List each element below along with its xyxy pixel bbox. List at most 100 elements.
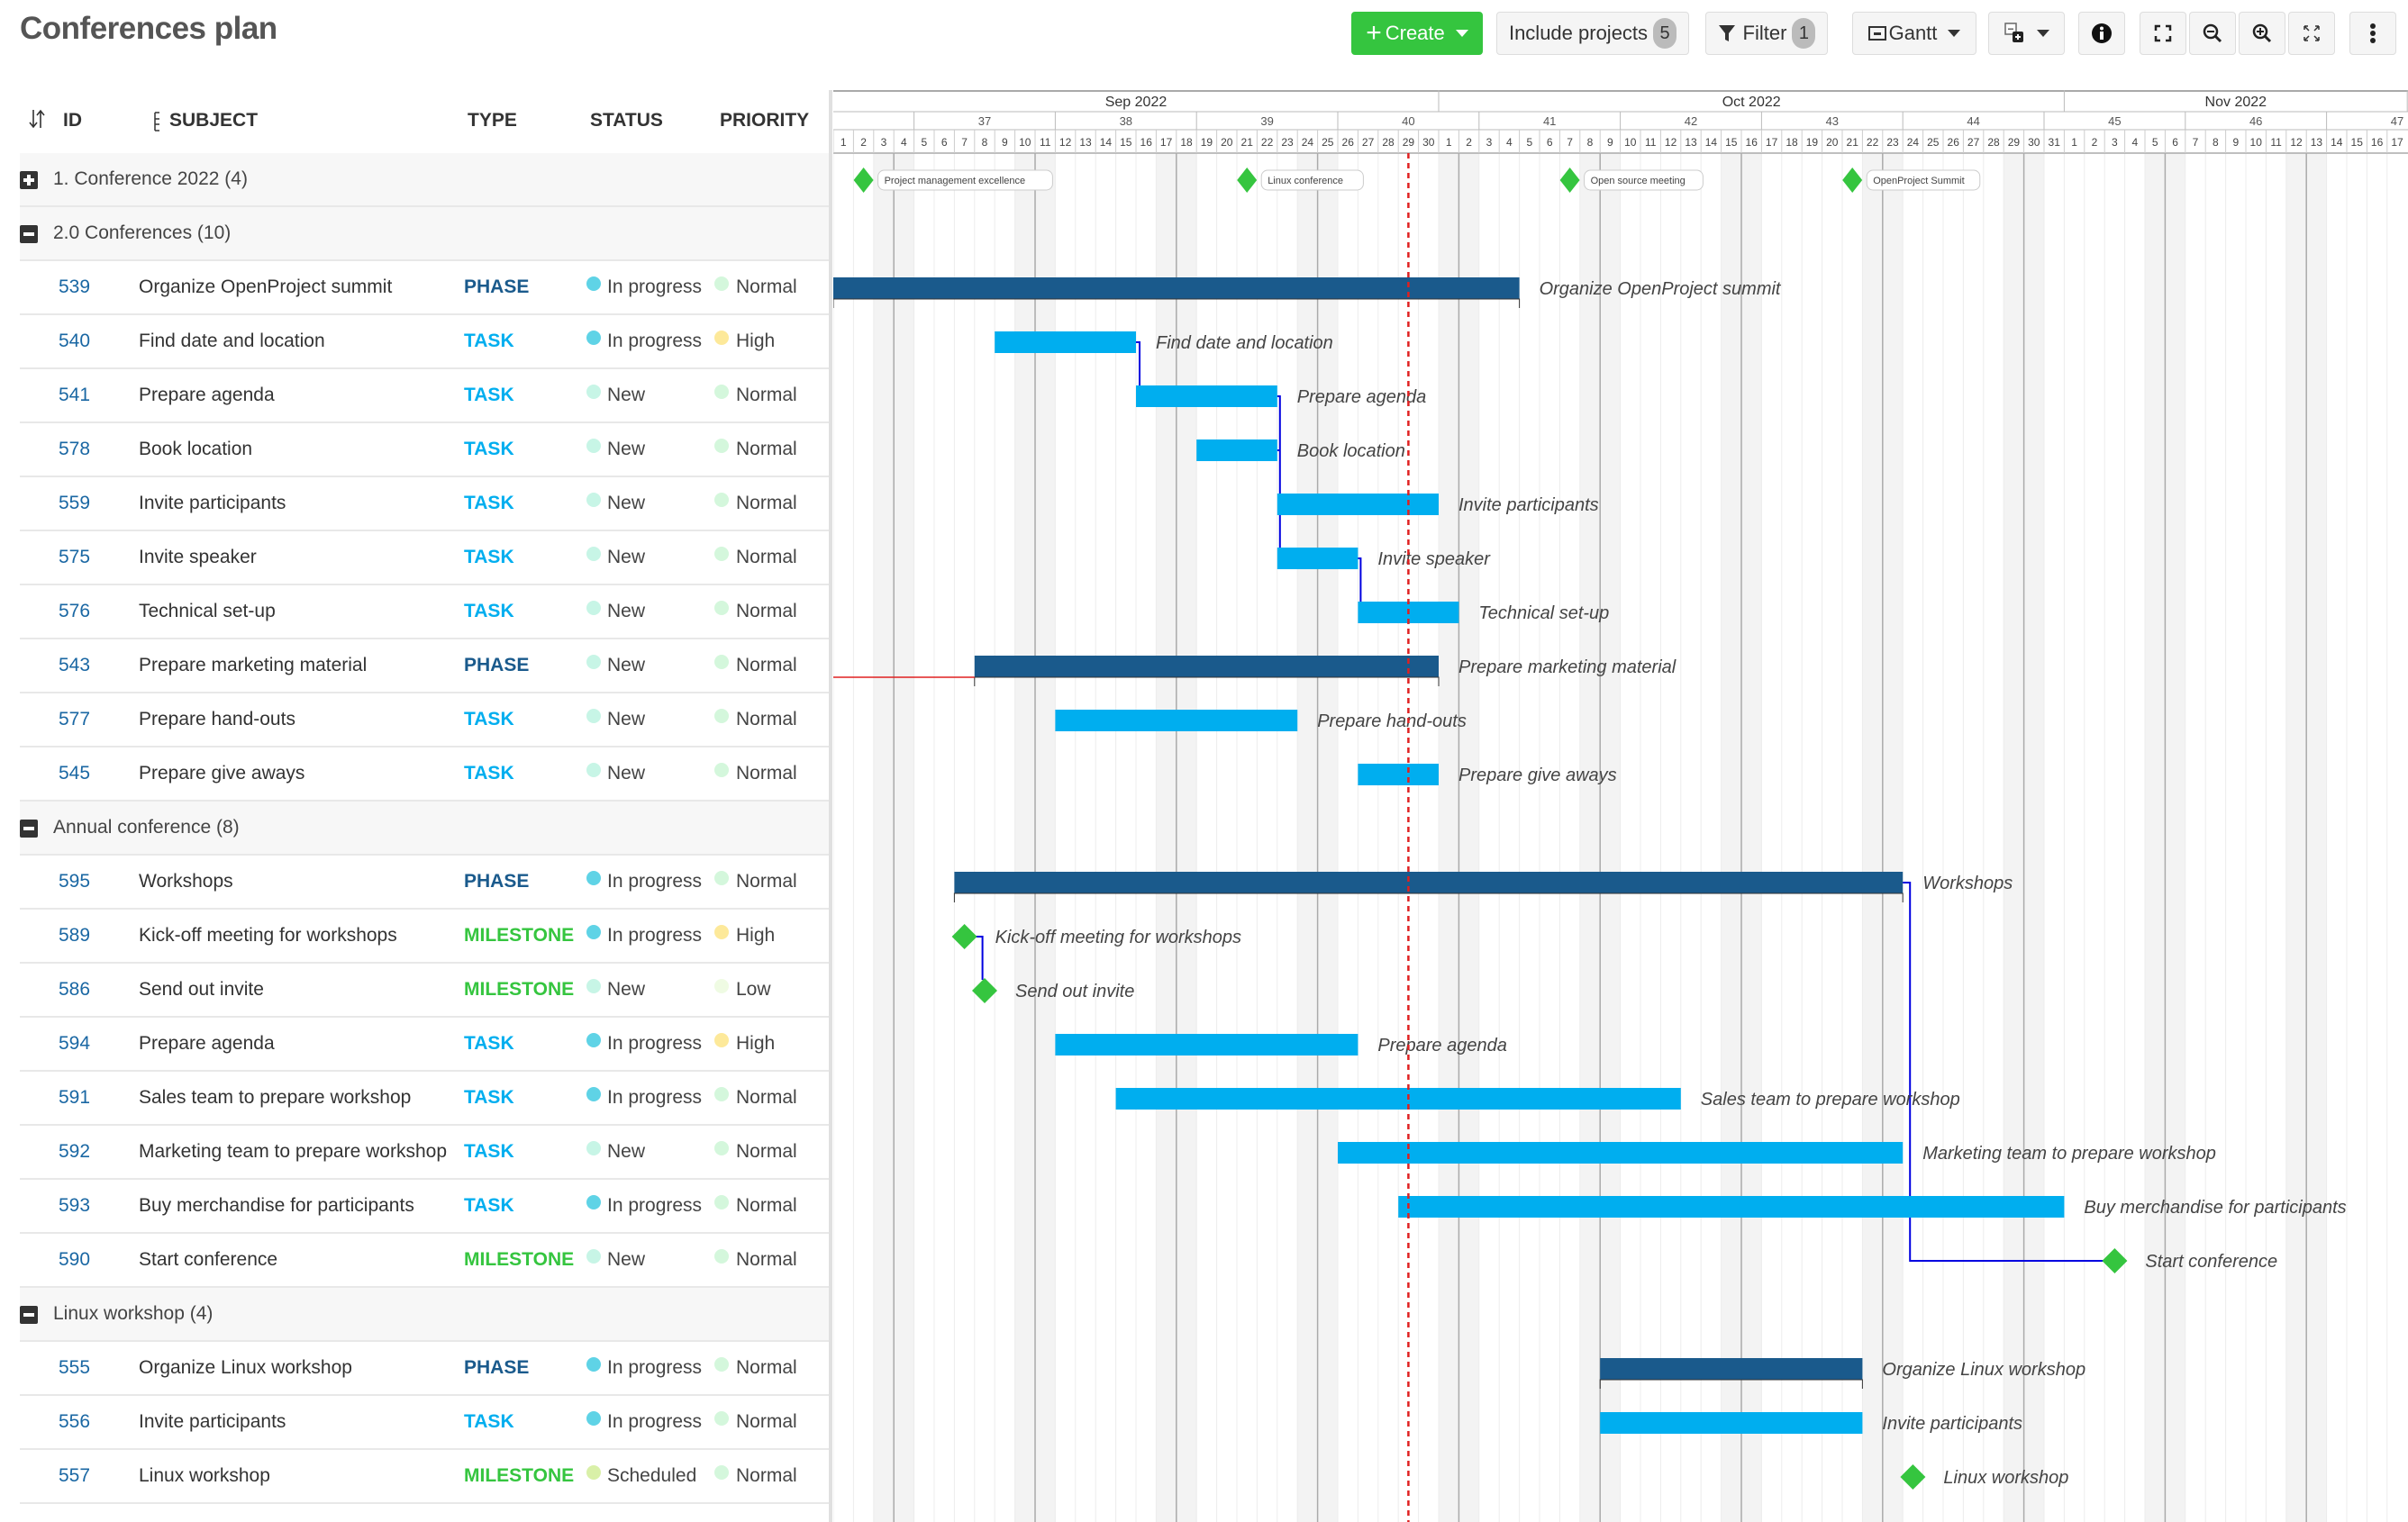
fullscreen-button[interactable] <box>2288 12 2335 55</box>
work-package-subject[interactable]: Marketing team to prepare workshop <box>139 1141 447 1163</box>
work-package-priority[interactable]: Normal <box>736 1411 797 1433</box>
work-package-priority[interactable]: High <box>736 925 775 947</box>
work-package-id[interactable]: 541 <box>59 385 90 406</box>
zoom-in-button[interactable] <box>2239 12 2285 55</box>
group-milestone-diamond[interactable] <box>1559 168 1580 193</box>
task-bar[interactable] <box>1358 764 1439 785</box>
table-row[interactable]: 559 Invite participants TASK New Normal <box>20 477 829 531</box>
work-package-priority[interactable]: Normal <box>736 385 797 406</box>
work-package-status[interactable]: In progress <box>607 1087 702 1109</box>
more-options-button[interactable] <box>2349 12 2396 55</box>
work-package-priority[interactable]: Normal <box>736 439 797 460</box>
work-package-subject[interactable]: Invite speaker <box>139 547 257 568</box>
work-package-id[interactable]: 589 <box>59 925 90 947</box>
column-header-subject[interactable]: SUBJECT <box>169 110 258 131</box>
table-row[interactable]: 589 Kick-off meeting for workshops MILESTO… <box>20 910 829 964</box>
include-projects-button[interactable]: Include projects 5 <box>1496 12 1689 55</box>
work-package-priority[interactable]: High <box>736 1033 775 1055</box>
work-package-id[interactable]: 557 <box>59 1465 90 1487</box>
phase-bar[interactable] <box>954 872 1904 893</box>
work-package-id[interactable]: 591 <box>59 1087 90 1109</box>
work-package-id[interactable]: 593 <box>59 1195 90 1217</box>
expand-group-icon[interactable] <box>20 171 38 189</box>
work-package-status[interactable]: In progress <box>607 871 702 892</box>
column-header-type[interactable]: TYPE <box>468 110 517 131</box>
work-package-id[interactable]: 555 <box>59 1357 90 1379</box>
work-package-status[interactable]: New <box>607 547 645 568</box>
collapse-group-icon[interactable] <box>20 225 38 243</box>
table-row[interactable]: 575 Invite speaker TASK New Normal <box>20 531 829 585</box>
table-gantt-splitter[interactable] <box>829 90 832 1522</box>
work-package-priority[interactable]: Normal <box>736 1087 797 1109</box>
work-package-status[interactable]: New <box>607 439 645 460</box>
table-row[interactable]: 591 Sales team to prepare workshop TASK In … <box>20 1072 829 1126</box>
collapse-group-icon[interactable] <box>20 1306 38 1324</box>
work-package-status[interactable]: New <box>607 601 645 622</box>
work-package-subject[interactable]: Organize OpenProject summit <box>139 276 392 298</box>
phase-bar[interactable] <box>1600 1358 1863 1380</box>
work-package-subject[interactable]: Invite participants <box>139 1411 286 1433</box>
sort-icon[interactable] <box>29 108 45 135</box>
work-package-subject[interactable]: Start conference <box>139 1249 277 1271</box>
table-row[interactable]: 557 Linux workshop MILESTONE Scheduled Norma… <box>20 1450 829 1504</box>
table-row[interactable]: 540 Find date and location TASK In progress… <box>20 315 829 369</box>
group-row[interactable]: 1. Conference 2022 (4) <box>20 153 829 207</box>
milestone-diamond[interactable] <box>972 978 997 1003</box>
view-mode-button[interactable]: Gantt <box>1852 12 1976 55</box>
group-row[interactable]: Linux workshop (4) <box>20 1288 829 1342</box>
table-row[interactable]: 578 Book location TASK New Normal <box>20 423 829 477</box>
work-package-status[interactable]: In progress <box>607 925 702 947</box>
work-package-subject[interactable]: Book location <box>139 439 252 460</box>
work-package-priority[interactable]: Normal <box>736 709 797 730</box>
work-package-id[interactable]: 559 <box>59 493 90 514</box>
work-package-id[interactable]: 590 <box>59 1249 90 1271</box>
work-package-status[interactable]: New <box>607 1249 645 1271</box>
work-package-subject[interactable]: Invite participants <box>139 493 286 514</box>
work-package-priority[interactable]: Low <box>736 979 771 1001</box>
work-package-id[interactable]: 576 <box>59 601 90 622</box>
work-package-status[interactable]: In progress <box>607 331 702 352</box>
work-package-id[interactable]: 540 <box>59 331 90 352</box>
task-bar[interactable] <box>1055 710 1298 731</box>
work-package-subject[interactable]: Send out invite <box>139 979 264 1001</box>
work-package-id[interactable]: 539 <box>59 276 90 298</box>
work-package-id[interactable]: 592 <box>59 1141 90 1163</box>
work-package-priority[interactable]: Normal <box>736 276 797 298</box>
table-row[interactable]: 586 Send out invite MILESTONE New Low <box>20 964 829 1018</box>
work-package-id[interactable]: 578 <box>59 439 90 460</box>
work-package-subject[interactable]: Organize Linux workshop <box>139 1357 352 1379</box>
task-bar[interactable] <box>1277 494 1439 515</box>
work-package-subject[interactable]: Linux workshop <box>139 1465 270 1487</box>
work-package-status[interactable]: New <box>607 763 645 784</box>
work-package-status[interactable]: In progress <box>607 1411 702 1433</box>
table-row[interactable]: 593 Buy merchandise for participants TASK I… <box>20 1180 829 1234</box>
work-package-id[interactable]: 575 <box>59 547 90 568</box>
work-package-subject[interactable]: Buy merchandise for participants <box>139 1195 414 1217</box>
task-bar[interactable] <box>1600 1412 1863 1434</box>
table-row[interactable]: 545 Prepare give aways TASK New Normal <box>20 747 829 802</box>
work-package-priority[interactable]: Normal <box>736 1249 797 1271</box>
work-package-id[interactable]: 594 <box>59 1033 90 1055</box>
work-package-status[interactable]: In progress <box>607 276 702 298</box>
work-package-subject[interactable]: Prepare hand-outs <box>139 709 295 730</box>
column-header-id[interactable]: ID <box>63 110 82 131</box>
gantt-canvas[interactable]: Sep 2022 Oct 2022 Nov 20221 2 3 4375 6 7 8 9 10 113… <box>833 90 2408 1522</box>
work-package-subject[interactable]: Kick-off meeting for workshops <box>139 925 397 947</box>
task-bar[interactable] <box>1055 1034 1358 1055</box>
column-header-priority[interactable]: PRIORITY <box>720 110 809 131</box>
details-button[interactable] <box>2078 12 2125 55</box>
table-row[interactable]: 539 Organize OpenProject summit PHASE In pr… <box>20 261 829 315</box>
work-package-subject[interactable]: Prepare agenda <box>139 385 275 406</box>
work-package-id[interactable]: 586 <box>59 979 90 1001</box>
phase-bar[interactable] <box>833 277 1520 299</box>
work-package-subject[interactable]: Workshops <box>139 871 233 892</box>
work-package-status[interactable]: In progress <box>607 1033 702 1055</box>
work-package-status[interactable]: New <box>607 709 645 730</box>
work-package-priority[interactable]: Normal <box>736 655 797 676</box>
work-package-subject[interactable]: Find date and location <box>139 331 325 352</box>
work-package-status[interactable]: Scheduled <box>607 1465 696 1487</box>
work-package-priority[interactable]: High <box>736 331 775 352</box>
table-row[interactable]: 541 Prepare agenda TASK New Normal <box>20 369 829 423</box>
create-button[interactable]: + Create <box>1351 12 1483 55</box>
work-package-status[interactable]: New <box>607 385 645 406</box>
